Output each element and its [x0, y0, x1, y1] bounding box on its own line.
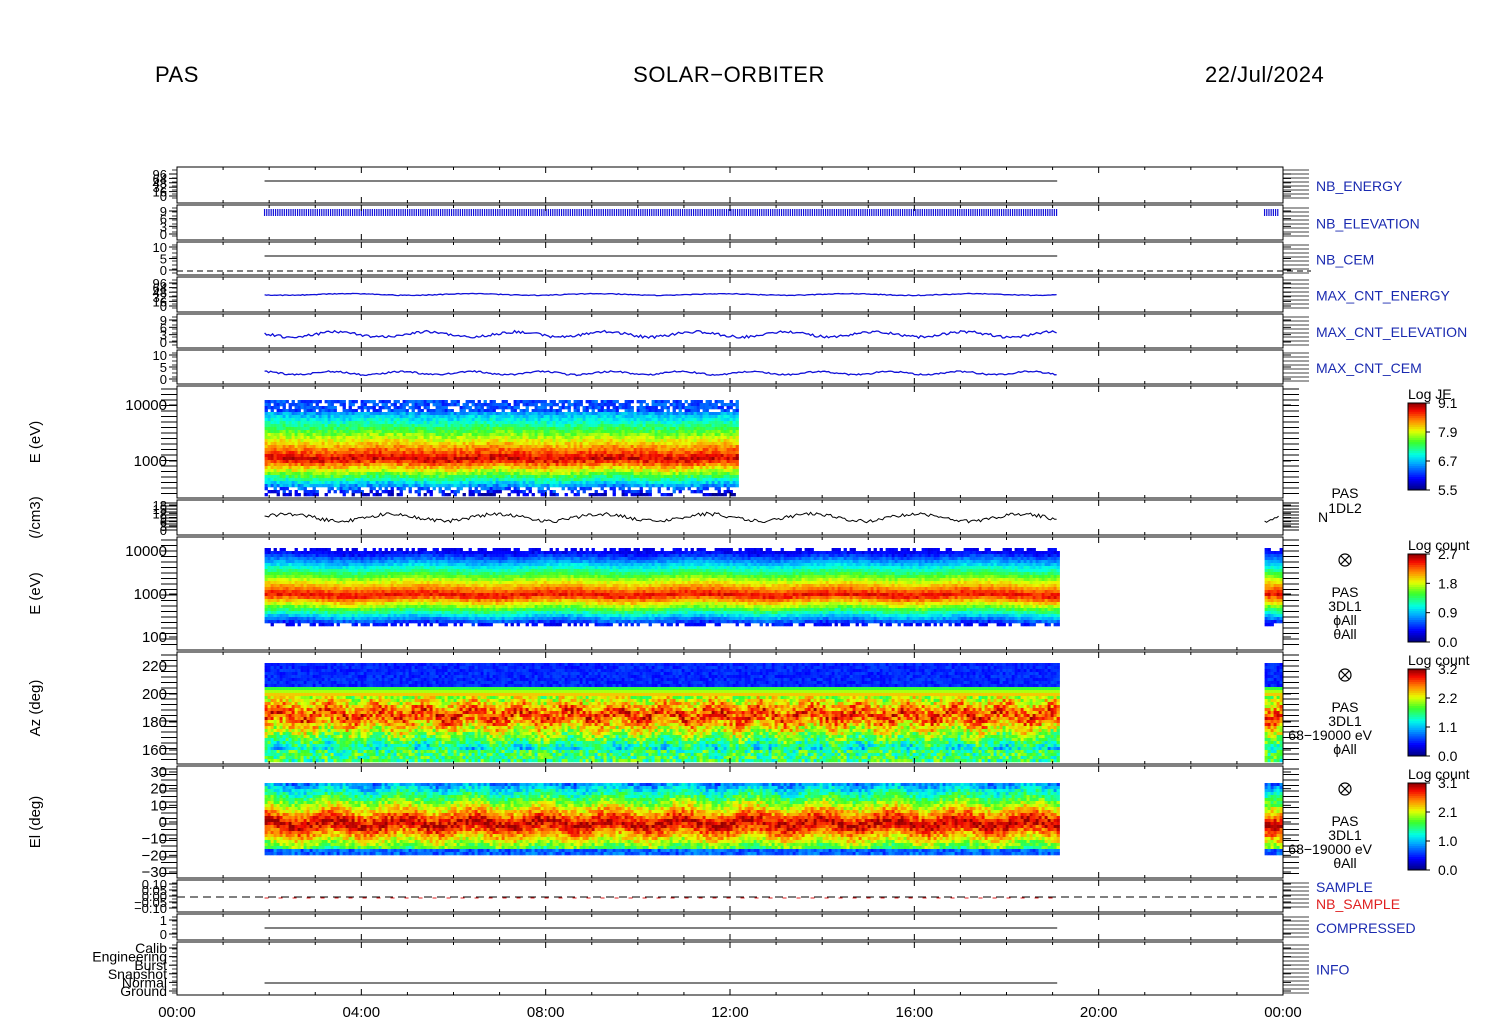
- sample-label: SAMPLE: [1316, 879, 1373, 895]
- max_cnt_cem-label: MAX_CNT_CEM: [1316, 360, 1422, 376]
- max_cnt_cem-trace: [265, 371, 1057, 376]
- azimuth-side-label: 68−19000 eV: [1288, 727, 1372, 743]
- energy-l1-image: [265, 548, 1060, 626]
- azimuth-colorbar-tick: 3.2: [1438, 661, 1458, 677]
- x-tick-label: 00:00: [1264, 1004, 1302, 1020]
- energy-l2-image: [265, 400, 739, 496]
- elevation-side-label: 68−19000 eV: [1288, 841, 1372, 857]
- energy_l2-colorbar-tick: 5.5: [1438, 482, 1458, 498]
- density-side-label: N: [1318, 509, 1328, 525]
- azimuth-late-image: [1265, 663, 1283, 762]
- elevation-colorbar: [1408, 783, 1430, 871]
- elevation-ytick-label: 0: [159, 814, 167, 831]
- energy_l1-colorbar-tick: 0.9: [1438, 605, 1458, 621]
- x-tick-label: 00:00: [158, 1004, 196, 1020]
- compressed-label: COMPRESSED: [1316, 920, 1416, 936]
- energy-l1-late-image: [1265, 548, 1283, 626]
- azimuth-colorbar-tick: 0.0: [1438, 748, 1458, 764]
- density-side-label: PAS: [1332, 485, 1359, 501]
- pas-summary-plot: 96644832160NB_ENERGY9630NB_ELEVATION1050…: [0, 0, 1512, 1020]
- energy_l2-colorbar: [1408, 403, 1430, 491]
- energy_l1-ytick-label: 100: [142, 629, 167, 646]
- elevation-ytick-label: −10: [142, 831, 167, 848]
- nb_elevation-label: NB_ELEVATION: [1316, 216, 1420, 232]
- elevation-colorbar-tick: 1.0: [1438, 833, 1458, 849]
- energy_l1-ylabel: E (eV): [27, 572, 44, 615]
- sample-label2: NB_SAMPLE: [1316, 896, 1400, 912]
- elevation-colorbar-tick: 0.0: [1438, 862, 1458, 878]
- azimuth-image: [265, 663, 1060, 762]
- elevation-ytick-label: 20: [150, 781, 167, 798]
- max_cnt_elevation-trace: [265, 331, 1057, 339]
- x-tick-label: 08:00: [527, 1004, 565, 1020]
- azimuth-colorbar-tick: 2.2: [1438, 690, 1458, 706]
- azimuth-ylabel: Az (deg): [27, 680, 44, 737]
- x-tick-label: 20:00: [1080, 1004, 1118, 1020]
- elevation-colorbar-tick: 2.1: [1438, 804, 1458, 820]
- energy_l2-ylabel: E (eV): [27, 421, 44, 464]
- energy_l2-ytick-label: 10000: [125, 397, 167, 414]
- azimuth-colorbar-tick: 1.1: [1438, 719, 1458, 735]
- elevation-side-label: θAll: [1333, 855, 1356, 871]
- max_cnt_cem-ytick-label: 0: [160, 372, 167, 387]
- density-ylabel: (/cm3): [27, 496, 44, 539]
- max_cnt_energy-ytick-label: 0: [160, 299, 167, 314]
- density-side-label: 1DL2: [1328, 500, 1362, 516]
- azimuth-side-label: ϕAll: [1333, 741, 1356, 757]
- x-tick-label: 12:00: [711, 1004, 749, 1020]
- nb_energy-label: NB_ENERGY: [1316, 178, 1403, 194]
- elevation-late-image: [1265, 783, 1283, 855]
- energy_l1-colorbar-tick: 0.0: [1438, 634, 1458, 650]
- azimuth-ytick-label: 180: [142, 714, 167, 731]
- azimuth-ytick-label: 200: [142, 686, 167, 703]
- azimuth-colorbar: [1408, 669, 1430, 757]
- energy_l2-ytick-label: 1000: [134, 453, 167, 470]
- nb-elevation-comb: [265, 209, 1278, 216]
- nb_energy-ytick-label: 0: [160, 189, 167, 204]
- elevation-ytick-label: −20: [142, 847, 167, 864]
- elevation-ytick-label: 30: [150, 764, 167, 781]
- energy_l2-colorbar-tick: 9.1: [1438, 395, 1458, 411]
- info-frame: [177, 942, 1283, 995]
- density-trace: [265, 512, 1057, 522]
- density-late-trace: [1265, 516, 1279, 522]
- info-label: INFO: [1316, 962, 1350, 978]
- energy_l1-side-label: θAll: [1333, 626, 1356, 642]
- x-tick-label: 04:00: [343, 1004, 381, 1020]
- max_cnt_energy-trace: [265, 293, 1057, 295]
- elevation-image: [265, 783, 1060, 855]
- energy_l2-colorbar-tick: 7.9: [1438, 424, 1458, 440]
- x-tick-label: 16:00: [896, 1004, 934, 1020]
- energy_l1-ytick-label: 10000: [125, 543, 167, 560]
- energy_l1-colorbar-tick: 1.8: [1438, 575, 1458, 591]
- nb_cem-label: NB_CEM: [1316, 252, 1374, 268]
- energy_l2-colorbar-tick: 6.7: [1438, 453, 1458, 469]
- max_cnt_elevation-label: MAX_CNT_ELEVATION: [1316, 324, 1467, 340]
- energy_l1-colorbar: [1408, 554, 1430, 643]
- azimuth-ytick-label: 160: [142, 742, 167, 759]
- elevation-colorbar-tick: 3.1: [1438, 775, 1458, 791]
- max_cnt_energy-label: MAX_CNT_ENERGY: [1316, 288, 1450, 304]
- energy_l1-colorbar-tick: 2.7: [1438, 546, 1458, 562]
- elevation-ylabel: El (deg): [27, 796, 44, 849]
- elevation-ytick-label: 10: [150, 797, 167, 814]
- info-ytick-label: Ground: [120, 983, 167, 999]
- compressed-ytick-label: 1: [160, 913, 167, 928]
